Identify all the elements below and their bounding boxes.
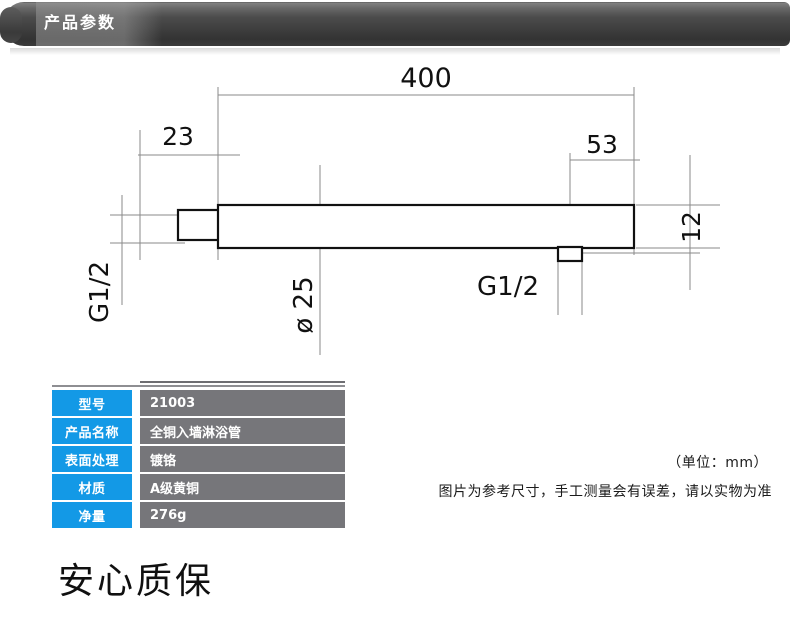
table-row: 净量 276g (52, 502, 345, 528)
label-outlet-thread: G1/2 (477, 272, 539, 302)
inlet-thread-stub (176, 208, 222, 242)
table-row: 产品名称 全铜入墙淋浴管 (52, 418, 345, 444)
table-cell-value: 276g (140, 502, 345, 528)
header-shadow (10, 48, 780, 55)
table-cell-label: 产品名称 (52, 418, 132, 444)
tube-body (216, 203, 636, 250)
table-row: 材质 A级黄铜 (52, 474, 345, 500)
table-top-divider-value (140, 381, 345, 383)
table-cell-value: 镀铬 (140, 446, 345, 472)
table-cell-label: 净量 (52, 502, 132, 528)
header-title: 产品参数 (44, 13, 117, 32)
dim-text-53: 53 (586, 130, 618, 159)
label-diameter: ø 25 (289, 276, 319, 333)
dim-text-12: 12 (677, 211, 706, 243)
footer-slogan: 安心质保 (58, 561, 215, 602)
table-row: 型号 21003 (52, 390, 345, 416)
table-cell-value: 21003 (140, 390, 345, 416)
header-bar: 产品参数 (0, 2, 790, 48)
label-inlet-thread: G1/2 (85, 261, 115, 323)
table-top-divider (52, 385, 345, 387)
table-cell-value: 全铜入墙淋浴管 (140, 418, 345, 444)
table-row: 表面处理 镀铬 (52, 446, 345, 472)
header-bar-left-cap (0, 7, 22, 43)
outlet-stub (556, 245, 584, 263)
table-cell-label: 材质 (52, 474, 132, 500)
technical-drawing: 400 23 53 12 G1/2 ø 25 G1/2 (0, 55, 790, 375)
table-cell-label: 表面处理 (52, 446, 132, 472)
spec-table: 型号 21003 产品名称 全铜入墙淋浴管 表面处理 镀铬 材质 A级黄铜 净量… (52, 390, 345, 530)
table-cell-label: 型号 (52, 390, 132, 416)
note-unit: （单位：mm） (667, 455, 768, 471)
note-disclaimer: 图片为参考尺寸，手工测量会有误差，请以实物为准 (438, 484, 772, 500)
product-spec-page: 产品参数 400 23 53 12 G1/2 ø 25 G1/2 型号 2100… (0, 0, 790, 627)
dim-text-400: 400 (400, 63, 452, 94)
dim-text-23: 23 (162, 122, 194, 151)
table-cell-value: A级黄铜 (140, 474, 345, 500)
